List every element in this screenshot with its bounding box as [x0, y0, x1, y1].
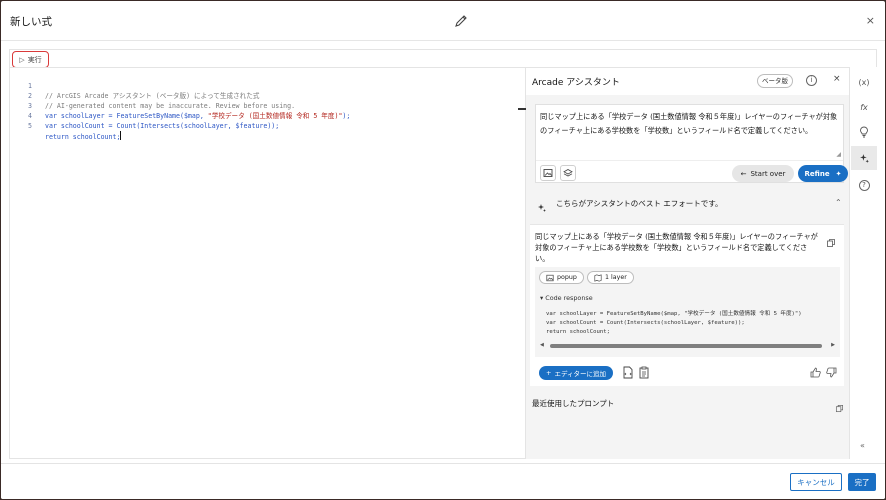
arcade-assistant-panel: Arcade アシスタント ベータ版 i × 同じマップ上にある「学校データ (…: [526, 67, 849, 459]
cancel-button[interactable]: キャンセル: [790, 473, 842, 491]
chevron-up-icon[interactable]: ⌃: [835, 198, 842, 207]
code-identifier: schoolLayer = FeatureSetByName($map,: [56, 112, 208, 120]
resize-handle-icon[interactable]: ◢: [836, 151, 841, 158]
prompt-footer: ← Start over Refine ✦: [536, 160, 848, 184]
code-line: 4 var schoolCount = Count(Intersects(sch…: [10, 101, 279, 130]
variables-tab[interactable]: (x): [851, 70, 877, 94]
assistant-tab[interactable]: [851, 146, 877, 170]
add-to-editor-label: エディターに追加: [554, 370, 606, 378]
image-icon: [546, 274, 554, 281]
help-tab[interactable]: ?: [851, 173, 877, 197]
variables-icon: (x): [858, 77, 870, 87]
code-response-card: popup 1 layer ▾ Code response var school…: [535, 267, 840, 357]
editor-toolbar: ▷ 実行: [9, 49, 877, 68]
assistant-header: Arcade アシスタント ベータ版 i ×: [526, 68, 849, 95]
code-keyword: return: [45, 133, 69, 141]
refine-label: Refine: [804, 169, 830, 178]
layer-chip-label: 1 layer: [605, 274, 627, 281]
code-line: 5 return schoolCount;: [10, 111, 122, 141]
start-over-button[interactable]: ← Start over: [732, 165, 794, 182]
dialog-header: 新しい式 ×: [1, 1, 885, 41]
scroll-right-icon[interactable]: ▶: [831, 342, 835, 348]
arrow-left-icon: ←: [740, 169, 747, 178]
copy-icon[interactable]: [826, 233, 836, 252]
code-line: 2 // AI-generated content may be inaccur…: [10, 81, 295, 110]
sparkle-icon: [859, 153, 869, 163]
layers-icon: [563, 169, 573, 177]
scrollbar-thumb[interactable]: [550, 344, 822, 348]
expression-dialog: 新しい式 × ▷ 実行 1 // ArcGIS Arcade アシスタント (ベ…: [1, 1, 885, 499]
assistant-title: Arcade アシスタント: [532, 78, 620, 88]
dialog-footer: キャンセル 完了: [1, 463, 885, 499]
done-button[interactable]: 完了: [848, 473, 876, 491]
help-icon: ?: [858, 179, 870, 191]
code-response-text: var schoolLayer = FeatureSetByName($map,…: [546, 310, 802, 337]
code-keyword: var: [45, 112, 57, 120]
add-to-editor-button[interactable]: + エディターに追加: [539, 366, 613, 380]
info-icon[interactable]: i: [806, 75, 817, 86]
best-effort-section-header[interactable]: こちらがアシスタントのベスト エフォートです。 ⌃: [526, 192, 849, 214]
recent-prompts-label: 最近使用したプロンプト: [532, 399, 615, 408]
horizontal-scrollbar[interactable]: ◀ ▶: [540, 342, 835, 349]
sparkle-icon: [537, 198, 547, 217]
play-icon: ▷: [19, 55, 25, 64]
code-editor[interactable]: 1 // ArcGIS Arcade アシスタント (ベータ版) によって生成さ…: [9, 67, 526, 459]
prompt-input[interactable]: 同じマップ上にある「学校データ (国土数値情報 令和５年度)」レイヤーのフィーチ…: [535, 104, 848, 184]
code-tail: );: [342, 112, 351, 120]
insert-code-icon[interactable]: [622, 366, 634, 379]
code-comment: // ArcGIS Arcade アシスタント (ベータ版) によって生成された…: [45, 92, 260, 100]
code-response-line: return schoolCount;: [546, 329, 610, 335]
dialog-title: 新しい式: [10, 16, 52, 28]
code-identifier: schoolCount = Count(Intersects(schoolLay…: [56, 122, 280, 130]
run-button[interactable]: ▷ 実行: [12, 51, 49, 68]
functions-icon: fx: [860, 102, 868, 112]
map-icon: [594, 273, 602, 282]
recent-prompts-section[interactable]: 最近使用したプロンプト: [526, 394, 849, 414]
code-keyword: var: [45, 122, 57, 130]
side-rail: (x) fx ? «: [849, 67, 877, 459]
code-identifier: schoolCount;: [68, 133, 121, 141]
suggestions-tab[interactable]: [851, 120, 877, 144]
code-response-toggle[interactable]: ▾ Code response: [540, 294, 593, 302]
refine-button[interactable]: Refine ✦: [798, 165, 848, 182]
beta-badge: ベータ版: [757, 74, 793, 88]
text-cursor: [120, 131, 122, 140]
code-string: "学校データ (国土数値情報 令和 5 年度)": [207, 112, 343, 120]
code-line: 3 var schoolLayer = FeatureSetByName($ma…: [10, 91, 350, 120]
assistant-result-card: 同じマップ上にある「学校データ (国土数値情報 令和５年度)」レイヤーのフィーチ…: [530, 224, 844, 386]
clipboard-icon[interactable]: [638, 366, 650, 379]
thumbs-down-icon[interactable]: [826, 367, 837, 378]
image-icon: [543, 169, 553, 177]
plus-icon: +: [546, 369, 552, 377]
thumbs-up-icon[interactable]: [810, 367, 821, 378]
run-label: 実行: [27, 55, 42, 64]
edit-title-icon[interactable]: [453, 13, 469, 29]
result-prompt-text: 同じマップ上にある「学校データ (国土数値情報 令和５年度)」レイヤーのフィーチ…: [535, 232, 818, 263]
lightbulb-icon: [860, 126, 868, 138]
scroll-left-icon[interactable]: ◀: [540, 342, 544, 348]
code-response-line: var schoolLayer = FeatureSetByName($map,…: [546, 311, 802, 317]
start-over-label: Start over: [750, 169, 786, 178]
sparkle-icon: ✦: [835, 169, 842, 178]
expand-icon[interactable]: [835, 398, 844, 417]
best-effort-label: こちらがアシスタントのベスト エフォートです。: [556, 199, 723, 208]
code-response-line: var schoolCount = Count(Intersects(schoo…: [546, 320, 745, 326]
layers-context-button[interactable]: [560, 165, 576, 181]
popup-chip-label: popup: [557, 274, 577, 281]
prompt-text[interactable]: 同じマップ上にある「学校データ (国土数値情報 令和５年度)」レイヤーのフィーチ…: [540, 110, 840, 138]
popup-chip: popup: [539, 271, 584, 284]
minimap-marker: [518, 108, 526, 110]
collapse-icon[interactable]: «: [860, 441, 865, 450]
close-icon[interactable]: ×: [833, 74, 841, 84]
line-number: 5: [28, 122, 32, 130]
code-comment: // AI-generated content may be inaccurat…: [45, 102, 296, 110]
close-icon[interactable]: ×: [866, 14, 875, 28]
popup-context-button[interactable]: [540, 165, 556, 181]
code-line: 1 // ArcGIS Arcade アシスタント (ベータ版) によって生成さ…: [10, 71, 259, 100]
layer-chip: 1 layer: [587, 271, 634, 284]
functions-tab[interactable]: fx: [851, 95, 877, 119]
